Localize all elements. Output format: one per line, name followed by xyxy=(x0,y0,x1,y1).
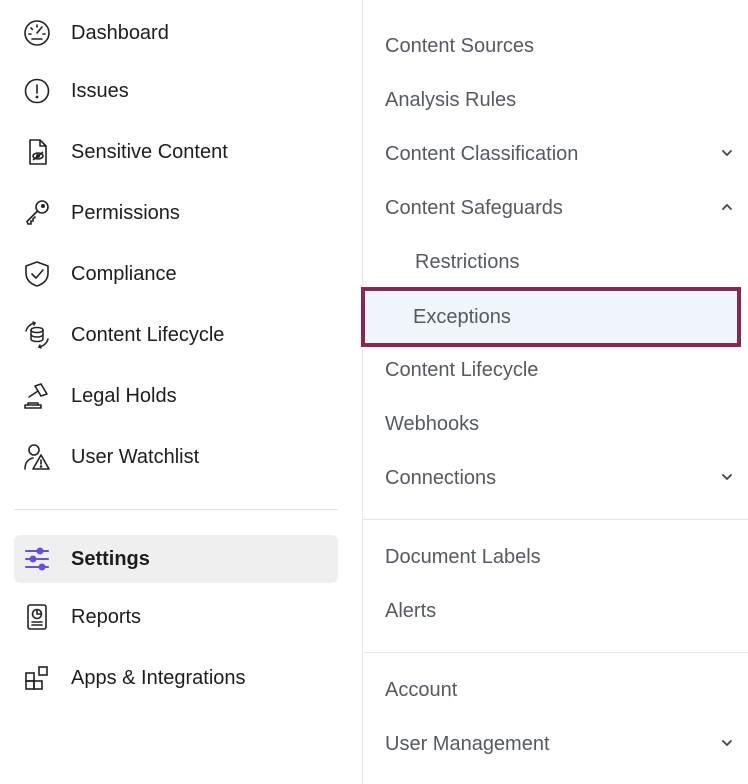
settings-submenu: Content Sources Analysis Rules Content C… xyxy=(361,0,748,784)
report-icon xyxy=(22,603,52,631)
user-warning-icon xyxy=(22,443,52,471)
nav-item-label: User Watchlist xyxy=(71,445,200,468)
nav-item-label: Issues xyxy=(71,79,129,102)
submenu-label: Restrictions xyxy=(415,250,520,273)
submenu-label: Connections xyxy=(385,466,497,489)
sensitive-file-icon xyxy=(22,138,52,166)
submenu-label: Analysis Rules xyxy=(385,88,517,111)
submenu-label: Content Classification xyxy=(385,142,579,165)
submenu-label: Account xyxy=(385,678,458,701)
submenu-label: Exceptions xyxy=(413,305,511,328)
submenu-label: Alerts xyxy=(385,599,437,622)
submenu-label: Content Sources xyxy=(385,34,534,57)
nav-item-permissions[interactable]: Permissions xyxy=(14,189,338,237)
database-cycle-icon xyxy=(22,321,52,349)
submenu-restrictions[interactable]: Restrictions xyxy=(363,237,748,287)
nav-item-settings[interactable]: Settings xyxy=(14,535,338,583)
submenu-content-lifecycle[interactable]: Content Lifecycle xyxy=(363,345,748,395)
submenu-label: Content Lifecycle xyxy=(385,358,539,381)
nav-item-content-lifecycle[interactable]: Content Lifecycle xyxy=(14,311,338,359)
submenu-label: Content Safeguards xyxy=(385,196,563,219)
nav-item-issues[interactable]: Issues xyxy=(14,67,338,115)
submenu-divider xyxy=(363,652,748,653)
nav-item-apps-integrations[interactable]: Apps & Integrations xyxy=(14,654,338,702)
submenu-content-sources[interactable]: Content Sources xyxy=(363,21,748,71)
nav-item-reports[interactable]: Reports xyxy=(14,593,338,641)
dashboard-icon xyxy=(22,19,52,47)
submenu-divider xyxy=(363,519,748,520)
submenu-analysis-rules[interactable]: Analysis Rules xyxy=(363,75,748,125)
chevron-down-icon[interactable] xyxy=(720,470,734,484)
sliders-icon xyxy=(22,545,52,573)
submenu-document-labels[interactable]: Document Labels xyxy=(363,532,748,582)
submenu-label: Webhooks xyxy=(385,412,480,435)
submenu-user-management[interactable]: User Management xyxy=(363,719,748,769)
nav-item-dashboard[interactable]: Dashboard xyxy=(14,9,338,57)
nav-item-legal-holds[interactable]: Legal Holds xyxy=(14,372,338,420)
main-sidebar: Dashboard Issues Sensitive Content Permi… xyxy=(0,0,362,784)
sidebar-divider xyxy=(14,509,338,510)
submenu-account[interactable]: Account xyxy=(363,665,748,715)
submenu-connections[interactable]: Connections xyxy=(363,453,748,503)
nav-item-label: Permissions xyxy=(71,201,180,224)
nav-item-label: Legal Holds xyxy=(71,384,177,407)
nav-item-label: Sensitive Content xyxy=(71,140,228,163)
submenu-content-safeguards[interactable]: Content Safeguards xyxy=(363,183,748,233)
submenu-webhooks[interactable]: Webhooks xyxy=(363,399,748,449)
chevron-down-icon[interactable] xyxy=(720,146,734,160)
nav-item-label: Settings xyxy=(71,547,150,570)
submenu-content-classification[interactable]: Content Classification xyxy=(363,129,748,179)
nav-item-label: Dashboard xyxy=(71,21,169,44)
nav-item-label: Content Lifecycle xyxy=(71,323,225,346)
submenu-alerts[interactable]: Alerts xyxy=(363,586,748,636)
key-icon xyxy=(22,199,52,227)
nav-item-label: Apps & Integrations xyxy=(71,666,246,689)
chevron-up-icon[interactable] xyxy=(720,200,734,214)
alert-circle-icon xyxy=(22,77,52,105)
gavel-icon xyxy=(22,382,52,410)
nav-item-compliance[interactable]: Compliance xyxy=(14,250,338,298)
nav-item-label: Compliance xyxy=(71,262,177,285)
submenu-exceptions[interactable]: Exceptions xyxy=(361,287,741,347)
nav-item-sensitive-content[interactable]: Sensitive Content xyxy=(14,128,338,176)
shield-check-icon xyxy=(22,260,52,288)
nav-item-label: Reports xyxy=(71,605,142,628)
nav-item-user-watchlist[interactable]: User Watchlist xyxy=(14,433,338,481)
submenu-label: Document Labels xyxy=(385,545,541,568)
submenu-label: User Management xyxy=(385,732,550,755)
apps-icon xyxy=(22,664,52,692)
chevron-down-icon[interactable] xyxy=(720,736,734,750)
